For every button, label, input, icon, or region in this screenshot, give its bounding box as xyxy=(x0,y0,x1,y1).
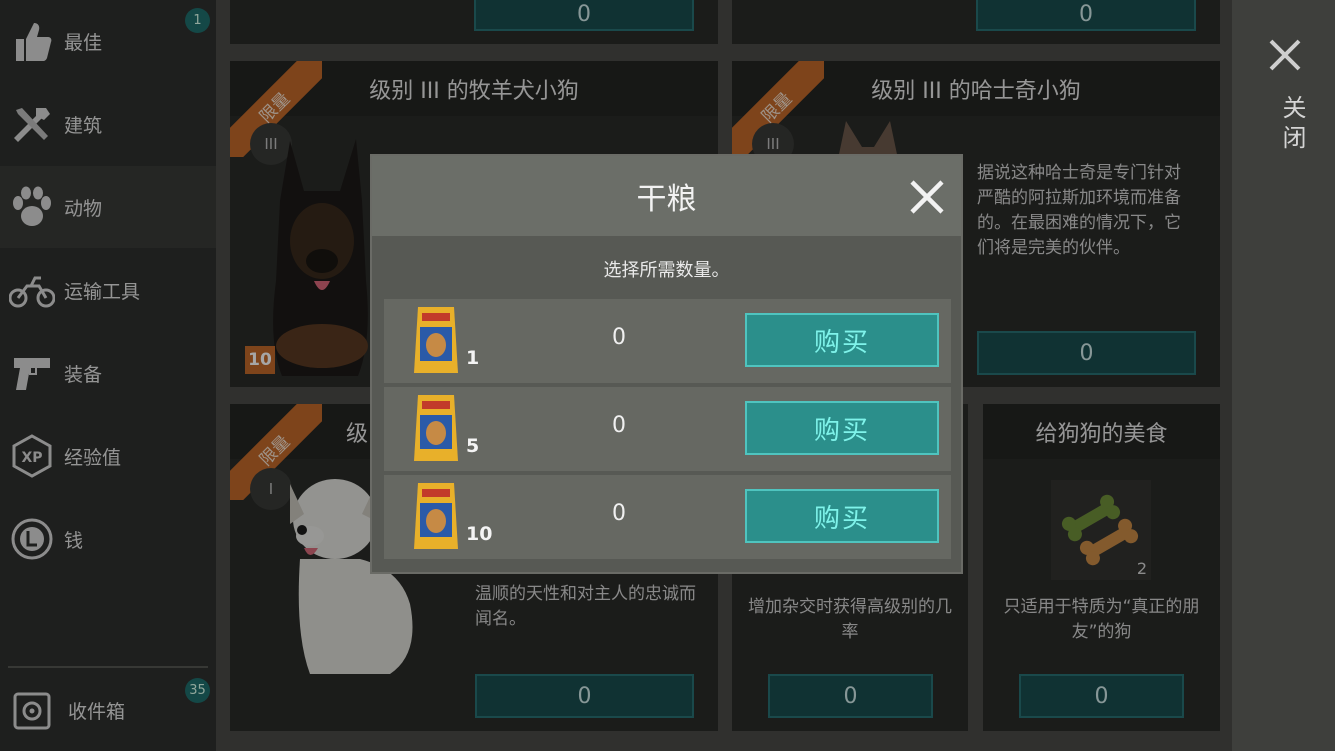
owned-amount: 0 xyxy=(612,325,626,350)
dialog-subtitle: 选择所需数量。 xyxy=(603,260,730,281)
owned-amount: 0 xyxy=(612,413,626,438)
bag-quantity: 1 xyxy=(466,347,480,369)
purchase-row: 10 0 购买 xyxy=(384,475,951,559)
dry-food-dialog: 干粮 选择所需数量。 1 0 购买 5 0 购买 10 0 购买 xyxy=(370,154,963,574)
buy-button[interactable]: 购买 xyxy=(745,401,939,455)
owned-amount: 0 xyxy=(612,501,626,526)
bag-quantity: 10 xyxy=(466,523,493,545)
dog-food-bag-icon xyxy=(414,395,458,461)
close-icon[interactable] xyxy=(1268,38,1302,72)
close-icon[interactable] xyxy=(908,178,946,216)
bag-quantity: 5 xyxy=(466,435,480,457)
dog-food-bag-icon xyxy=(414,307,458,373)
buy-button[interactable]: 购买 xyxy=(745,489,939,543)
close-label[interactable]: 关闭 xyxy=(1270,95,1310,155)
dialog-title: 干粮 xyxy=(636,182,697,217)
purchase-row: 5 0 购买 xyxy=(384,387,951,471)
purchase-row: 1 0 购买 xyxy=(384,299,951,383)
buy-button[interactable]: 购买 xyxy=(745,313,939,367)
dog-food-bag-icon xyxy=(414,483,458,549)
